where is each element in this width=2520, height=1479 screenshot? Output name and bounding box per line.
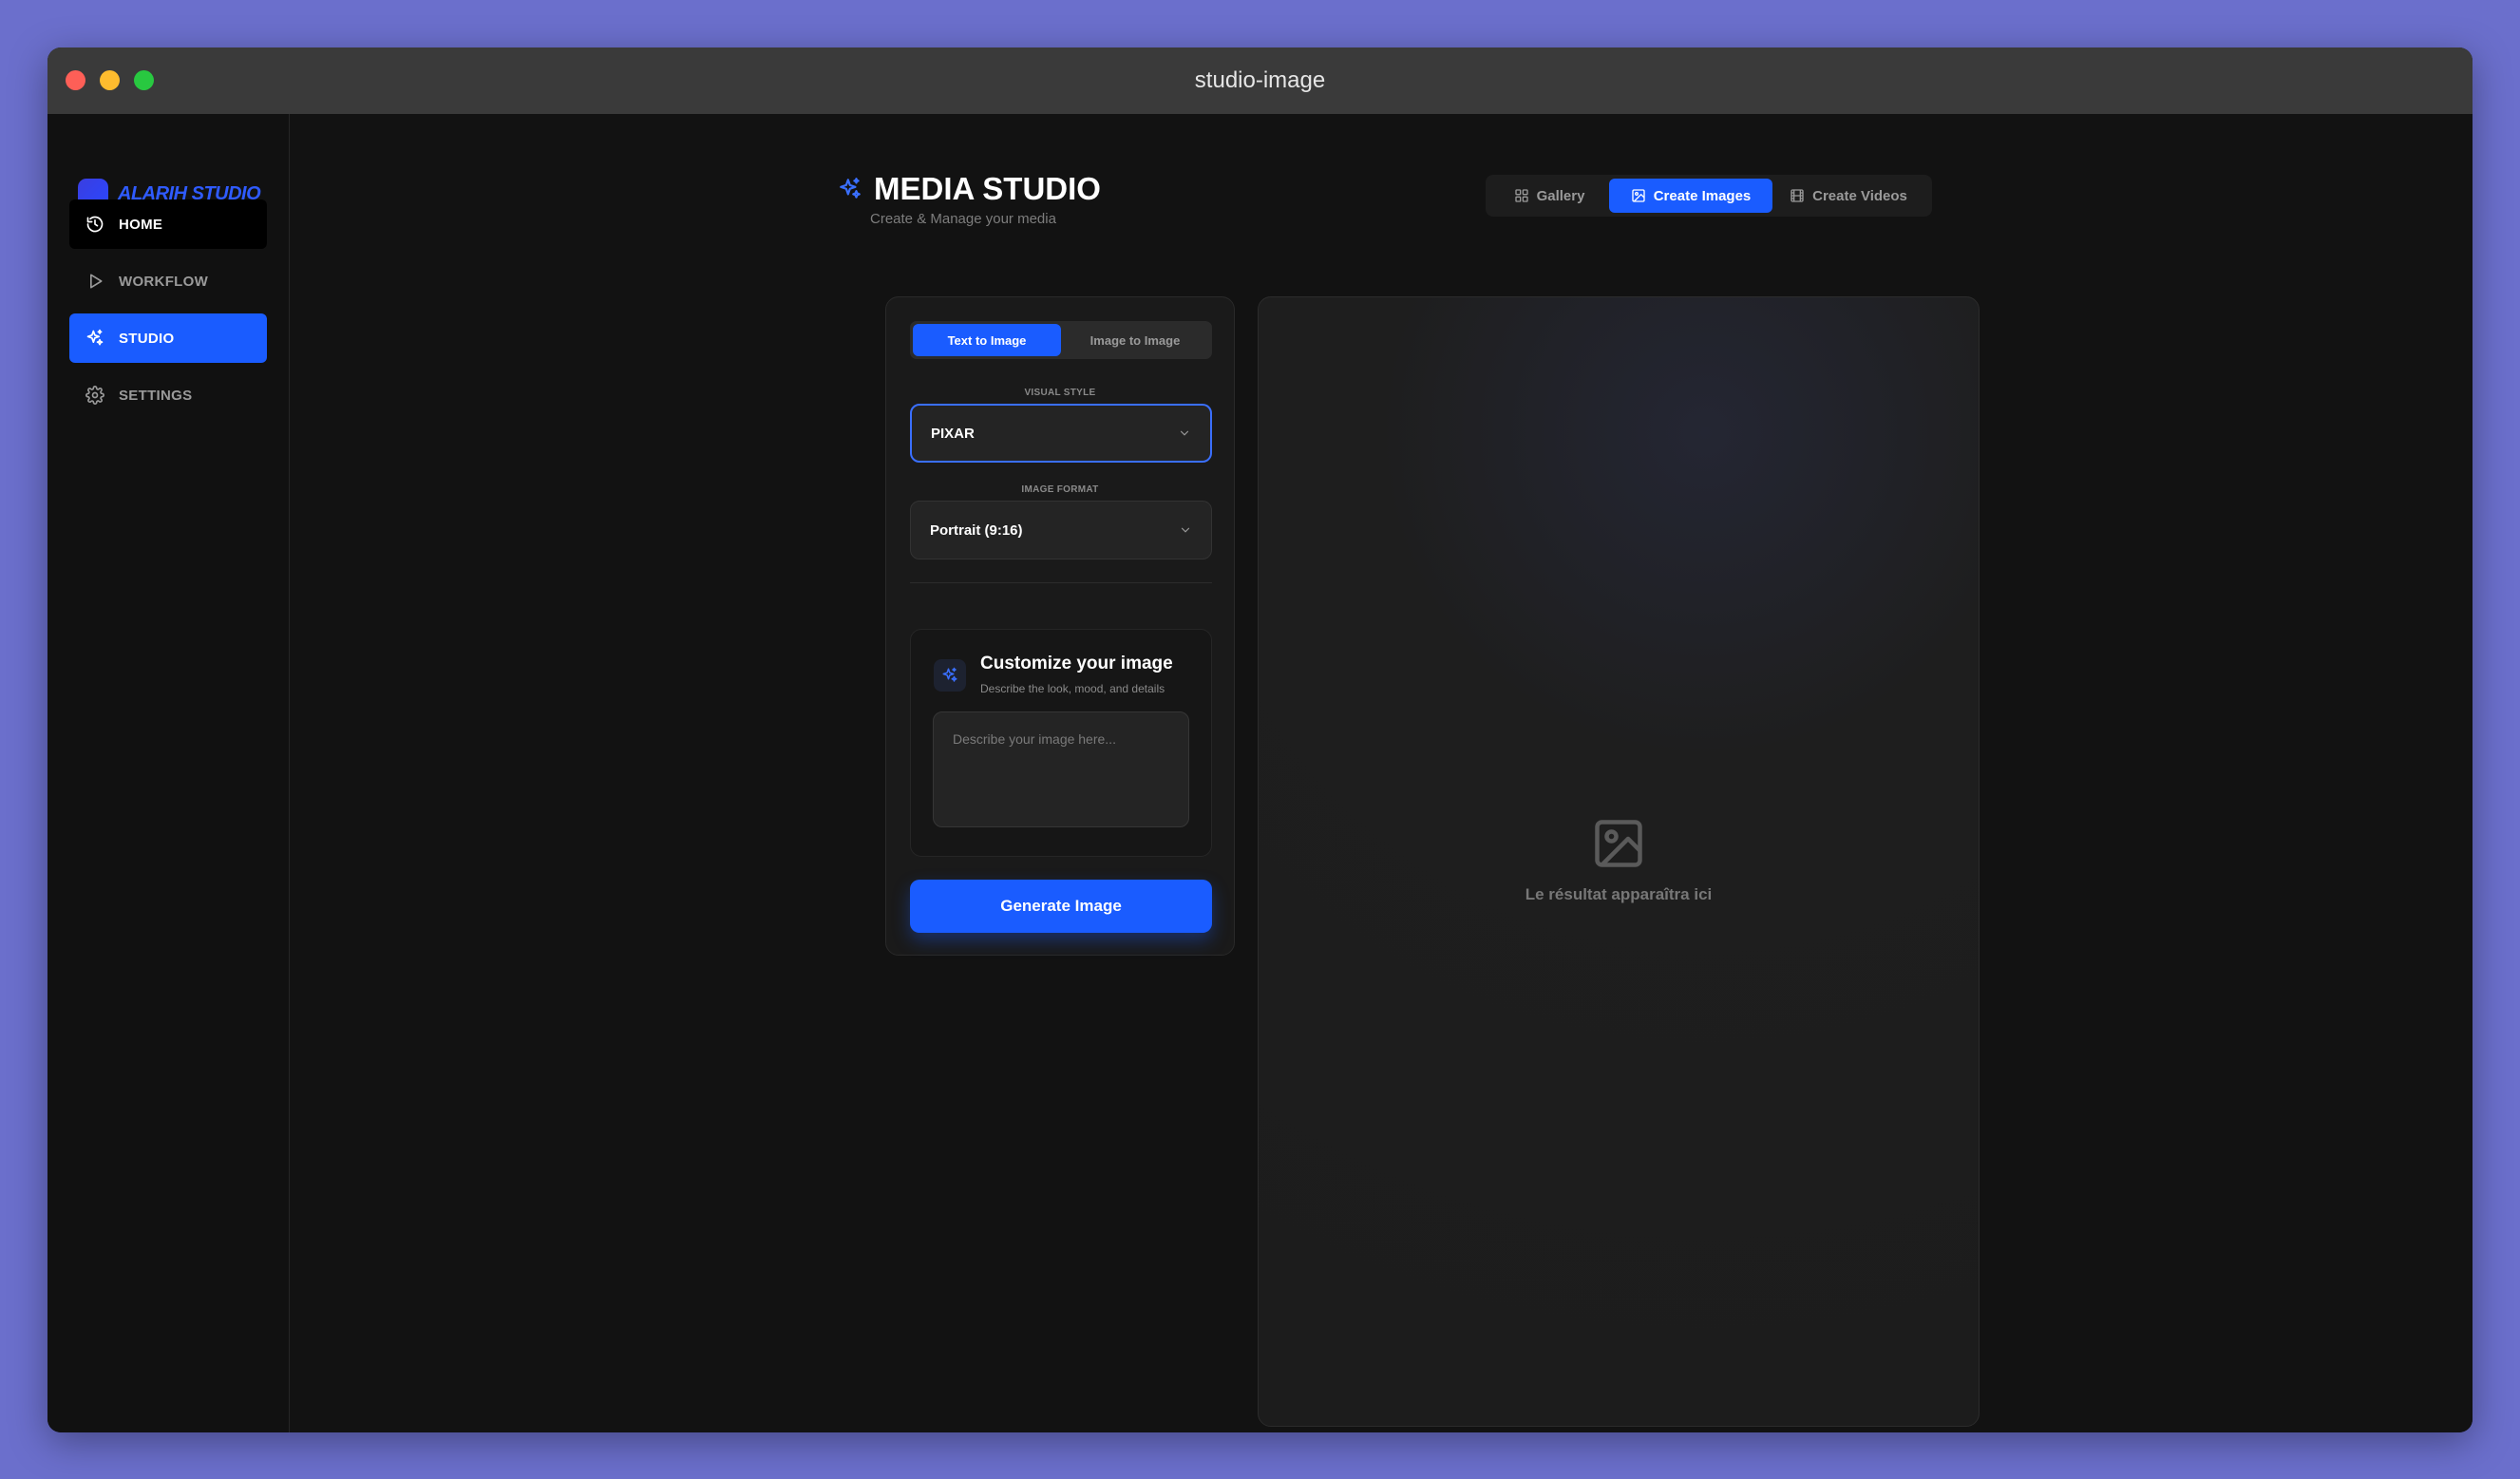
sidebar-item-studio[interactable]: STUDIO	[69, 313, 267, 363]
customize-subtitle: Describe the look, mood, and details	[980, 682, 1165, 695]
visual-style-select[interactable]: PIXAR	[910, 404, 1212, 463]
page-subtitle: Create & Manage your media	[870, 211, 1056, 227]
tab-text-to-image[interactable]: Text to Image	[913, 324, 1061, 356]
result-empty-state: Le résultat apparaîtra ici	[1259, 815, 1979, 904]
visual-style-value: PIXAR	[931, 425, 975, 442]
gear-icon	[85, 386, 104, 405]
close-window-button[interactable]	[66, 70, 85, 90]
sparkles-icon	[840, 178, 861, 199]
tab-gallery[interactable]: Gallery	[1489, 179, 1609, 213]
prompt-input[interactable]	[933, 711, 1189, 827]
image-format-select[interactable]: Portrait (9:16)	[910, 501, 1212, 559]
result-empty-text: Le résultat apparaîtra ici	[1525, 885, 1713, 903]
tab-label: Gallery	[1536, 187, 1585, 204]
history-icon	[86, 216, 104, 233]
page-title-row: MEDIA STUDIO	[838, 171, 1101, 207]
film-icon	[1791, 189, 1804, 202]
top-tabs: Gallery Create Images Create Videos	[1486, 175, 1932, 217]
sidebar-item-label: STUDIO	[119, 330, 175, 347]
page-header: MEDIA STUDIO Create & Manage your media	[838, 171, 1101, 227]
minimize-window-button[interactable]	[100, 70, 120, 90]
mode-tabs: Text to Image Image to Image	[910, 321, 1212, 359]
tab-image-to-image[interactable]: Image to Image	[1061, 324, 1209, 356]
customize-title: Customize your image	[980, 654, 1173, 673]
result-panel: Le résultat apparaîtra ici	[1258, 296, 1980, 1427]
divider	[910, 582, 1212, 583]
sparkles-icon	[942, 667, 957, 682]
tab-create-images[interactable]: Create Images	[1609, 179, 1772, 213]
app-window: studio-image ALARIH STUDIO HOME WORKFLOW…	[47, 47, 2473, 1432]
sidebar-item-label: HOME	[119, 216, 163, 233]
main-content: MEDIA STUDIO Create & Manage your media …	[291, 114, 2473, 1432]
generate-image-button[interactable]: Generate Image	[910, 880, 1212, 933]
image-placeholder-icon	[1595, 820, 1642, 867]
image-icon	[1632, 189, 1645, 202]
sidebar-item-label: WORKFLOW	[119, 273, 209, 290]
generation-panel: Text to Image Image to Image VISUAL STYL…	[885, 296, 1235, 956]
image-format-value: Portrait (9:16)	[930, 521, 1023, 539]
customize-icon-box	[934, 659, 966, 692]
chevron-down-icon	[1180, 430, 1189, 436]
sparkles-icon	[86, 329, 104, 346]
sidebar-item-settings[interactable]: SETTINGS	[69, 370, 267, 420]
maximize-window-button[interactable]	[134, 70, 154, 90]
sidebar-item-home[interactable]: HOME	[69, 199, 267, 249]
page-title: MEDIA STUDIO	[874, 171, 1101, 206]
title-bar: studio-image	[47, 47, 2473, 114]
sidebar: ALARIH STUDIO HOME WORKFLOW STUDIO SETTI…	[47, 114, 290, 1432]
customize-card: Customize your image Describe the look, …	[910, 629, 1212, 857]
tab-label: Create Videos	[1812, 187, 1907, 204]
window-title: studio-image	[1194, 67, 1326, 93]
sidebar-item-workflow[interactable]: WORKFLOW	[69, 256, 267, 306]
visual-style-label: VISUAL STYLE	[1024, 388, 1096, 398]
sidebar-item-label: SETTINGS	[119, 387, 193, 404]
tab-label: Create Images	[1653, 187, 1752, 204]
window-controls	[66, 70, 154, 90]
play-icon	[90, 274, 103, 289]
chevron-down-icon	[1181, 527, 1190, 533]
image-format-label: IMAGE FORMAT	[1021, 484, 1099, 495]
tab-create-videos[interactable]: Create Videos	[1772, 179, 1924, 213]
grid-icon	[1514, 189, 1528, 202]
